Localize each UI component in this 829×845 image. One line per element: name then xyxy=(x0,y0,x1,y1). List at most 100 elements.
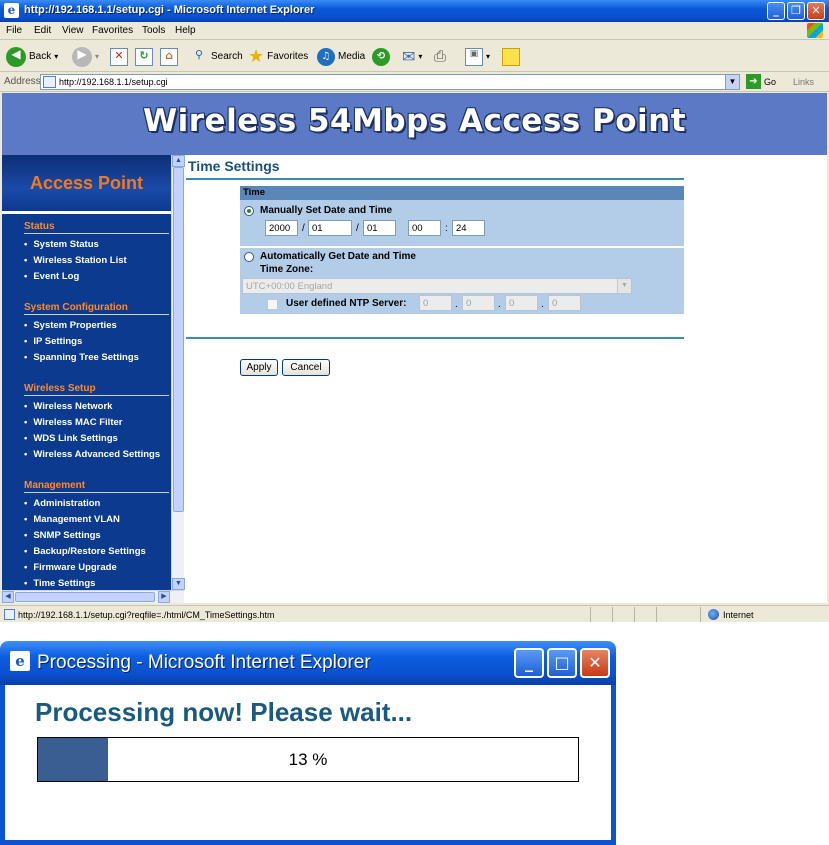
menu-edit[interactable]: Edit xyxy=(34,25,51,36)
favorites-button[interactable]: ★ Favorites xyxy=(248,46,308,67)
nav-item-event-log[interactable]: Event Log xyxy=(24,271,79,282)
stop-button[interactable]: ✕ xyxy=(110,46,128,67)
nav-item-wds-link-settings[interactable]: WDS Link Settings xyxy=(24,433,117,444)
ntp-octet-3-input[interactable]: 0 xyxy=(505,295,538,311)
time-zone-value: UTC+00:00 England xyxy=(246,281,333,292)
ie-window: e http://192.168.1.1/setup.cgi - Microso… xyxy=(0,0,829,622)
address-dropdown-icon[interactable]: ▼ xyxy=(725,75,739,89)
print-button[interactable]: ⎙ xyxy=(434,46,446,67)
cancel-button[interactable]: Cancel xyxy=(282,359,330,376)
title-rule xyxy=(186,178,684,180)
date-separator: / xyxy=(302,223,305,234)
edit-dropdown-icon[interactable]: ▾ xyxy=(486,52,490,61)
internet-zone-icon xyxy=(708,609,719,620)
menu-view[interactable]: View xyxy=(62,25,84,36)
history-button[interactable]: ⟲ xyxy=(372,46,390,67)
minimize-icon[interactable]: _ xyxy=(767,2,785,20)
note-icon xyxy=(502,47,520,66)
media-button[interactable]: ♫ Media xyxy=(317,46,365,67)
back-dropdown-icon[interactable]: ▾ xyxy=(54,52,58,61)
go-arrow-icon[interactable]: ➔ xyxy=(746,74,761,89)
nav-vertical-scrollbar[interactable]: ▲ ▼ xyxy=(171,155,185,590)
nav-item-management-vlan[interactable]: Management VLAN xyxy=(24,514,120,525)
maximize-icon[interactable]: □ xyxy=(547,648,577,678)
go-button[interactable]: Go xyxy=(764,77,776,87)
menu-file[interactable]: File xyxy=(6,25,22,36)
day-input[interactable]: 01 xyxy=(363,220,396,236)
nav-item-wireless-mac-filter[interactable]: Wireless MAC Filter xyxy=(24,417,122,428)
home-button[interactable]: ⌂ xyxy=(160,46,178,67)
scroll-up-icon[interactable]: ▲ xyxy=(172,155,185,167)
manual-time-radio[interactable] xyxy=(244,206,254,216)
month-input[interactable]: 01 xyxy=(308,220,352,236)
nav-item-system-status[interactable]: System Status xyxy=(24,239,98,250)
minimize-icon[interactable]: _ xyxy=(514,648,544,678)
nav-item-administration[interactable]: Administration xyxy=(24,498,100,509)
forward-button[interactable]: ▶ ▾ xyxy=(72,46,99,67)
status-divider xyxy=(700,607,701,622)
nav-item-snmp-settings[interactable]: SNMP Settings xyxy=(24,530,100,541)
window-titlebar[interactable]: e http://192.168.1.1/setup.cgi - Microso… xyxy=(0,0,829,22)
media-label: Media xyxy=(338,51,366,62)
scroll-down-icon[interactable]: ▼ xyxy=(172,578,185,590)
forward-dropdown-icon[interactable]: ▾ xyxy=(95,52,99,61)
nav-item-system-properties[interactable]: System Properties xyxy=(24,320,116,331)
messenger-button[interactable] xyxy=(502,46,520,67)
ntp-octet-2-input[interactable]: 0 xyxy=(462,295,495,311)
hour-input[interactable]: 00 xyxy=(408,220,441,236)
nav-item-spanning-tree-settings[interactable]: Spanning Tree Settings xyxy=(24,352,139,363)
nav-item-time-settings[interactable]: Time Settings xyxy=(24,578,95,589)
nav-item-wireless-station-list[interactable]: Wireless Station List xyxy=(24,255,126,266)
auto-time-radio[interactable] xyxy=(244,252,254,262)
nav-item-firmware-upgrade[interactable]: Firmware Upgrade xyxy=(24,562,116,573)
ntp-server-checkbox[interactable] xyxy=(267,299,278,310)
edit-button[interactable]: ▣ ▾ xyxy=(465,46,490,67)
close-icon[interactable]: ✕ xyxy=(580,648,610,678)
mail-dropdown-icon[interactable]: ▾ xyxy=(418,52,422,61)
restore-icon[interactable]: ❐ xyxy=(787,2,805,20)
status-url: http://192.168.1.1/setup.cgi?reqfile=./h… xyxy=(18,610,275,620)
close-icon[interactable]: ✕ xyxy=(807,2,825,20)
nav-item-ip-settings[interactable]: IP Settings xyxy=(24,336,82,347)
back-button[interactable]: ◀ Back ▾ xyxy=(6,46,58,67)
menu-tools[interactable]: Tools xyxy=(142,25,165,36)
window-title: http://192.168.1.1/setup.cgi - Microsoft… xyxy=(24,4,315,16)
hscroll-thumb[interactable] xyxy=(15,592,155,602)
links-button[interactable]: Links xyxy=(793,77,814,87)
ntp-octet-1-input[interactable]: 0 xyxy=(419,295,452,311)
year-input[interactable]: 2000 xyxy=(265,220,298,236)
minute-input[interactable]: 24 xyxy=(452,220,485,236)
mail-button[interactable]: ✉ ▾ xyxy=(402,46,422,67)
favorites-label: Favorites xyxy=(267,51,309,62)
ntp-dot: . xyxy=(498,299,501,310)
address-label: Address xyxy=(4,76,41,87)
dialog-title: Processing - Microsoft Internet Explorer xyxy=(37,652,371,673)
dialog-titlebar[interactable]: e Processing - Microsoft Internet Explor… xyxy=(0,641,616,685)
nav-item-wireless-network[interactable]: Wireless Network xyxy=(24,401,112,412)
stop-icon: ✕ xyxy=(110,47,128,66)
ntp-octet-4-input[interactable]: 0 xyxy=(548,295,581,311)
menu-favorites[interactable]: Favorites xyxy=(92,25,133,36)
apply-button[interactable]: Apply xyxy=(240,359,278,376)
history-icon: ⟲ xyxy=(372,47,390,66)
menu-help[interactable]: Help xyxy=(175,25,196,36)
scroll-thumb[interactable] xyxy=(173,167,184,512)
forward-arrow-icon: ▶ xyxy=(72,46,92,67)
security-zone: Internet xyxy=(723,610,754,620)
refresh-button[interactable]: ↻ xyxy=(135,46,153,67)
address-input[interactable]: http://192.168.1.1/setup.cgi ▼ xyxy=(40,74,740,90)
status-divider xyxy=(612,607,613,622)
processing-message: Processing now! Please wait... xyxy=(35,697,413,727)
menu-bar: File Edit View Favorites Tools Help xyxy=(0,22,829,40)
time-zone-select[interactable]: UTC+00:00 England ▼ xyxy=(242,278,632,294)
nav-item-wireless-advanced-settings[interactable]: Wireless Advanced Settings xyxy=(24,449,160,460)
back-label: Back xyxy=(29,51,52,62)
nav-horizontal-scrollbar[interactable]: ◀ ▶ xyxy=(2,590,184,603)
scroll-left-icon[interactable]: ◀ xyxy=(2,591,14,603)
search-button[interactable]: ⚲ Search xyxy=(190,46,243,67)
nav-item-backup-restore-settings[interactable]: Backup/Restore Settings xyxy=(24,546,145,557)
scroll-right-icon[interactable]: ▶ xyxy=(158,591,170,603)
time-separator: : xyxy=(445,223,448,234)
ntp-server-label: User defined NTP Server: xyxy=(286,298,407,309)
main-frame: Time Settings Time Manually Set Date and… xyxy=(186,155,827,603)
